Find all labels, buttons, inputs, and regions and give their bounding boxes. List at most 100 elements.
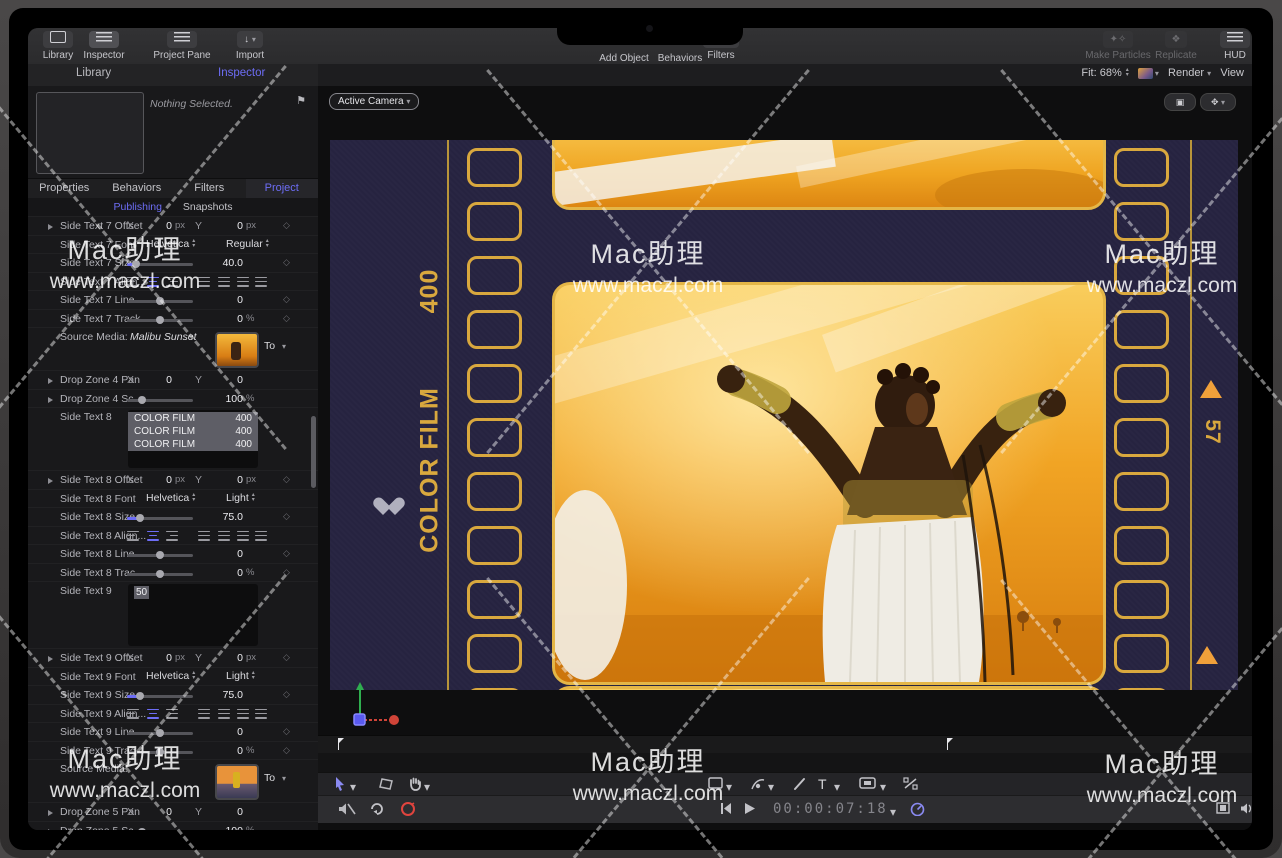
playback-speed-icon[interactable] xyxy=(910,802,925,816)
align-button[interactable] xyxy=(217,276,230,287)
slider-track[interactable] xyxy=(127,395,193,404)
keyframe-icon[interactable]: ◇ xyxy=(283,689,290,700)
slider-thumb[interactable] xyxy=(137,827,146,830)
align-button[interactable] xyxy=(255,530,268,541)
slider-thumb[interactable] xyxy=(156,569,164,578)
align-button[interactable] xyxy=(217,708,230,719)
text-entry-box[interactable]: COLOR FILM 400 COLOR FILM 400 COLOR FILM 400 xyxy=(128,410,258,468)
slider-value-field[interactable]: 0 xyxy=(203,313,243,325)
font-face-popup[interactable]: Light ▴ ▾ xyxy=(226,492,259,504)
3d-axis-gizmo[interactable] xyxy=(338,678,418,738)
disclosure-triangle[interactable] xyxy=(48,224,53,230)
slider-track[interactable] xyxy=(127,569,193,578)
slider-thumb[interactable] xyxy=(137,395,146,404)
align-button[interactable] xyxy=(146,276,159,287)
slider-thumb[interactable] xyxy=(156,315,164,324)
x-value-field[interactable]: 0 xyxy=(132,806,172,818)
distort-tool[interactable] xyxy=(378,777,394,791)
keyframe-icon[interactable]: ◇ xyxy=(283,294,290,305)
inspector-button[interactable]: Inspector xyxy=(80,31,128,61)
audio-icon[interactable] xyxy=(1240,802,1252,815)
align-button[interactable] xyxy=(236,708,249,719)
y-value-field[interactable]: 0 xyxy=(203,220,243,232)
align-button[interactable] xyxy=(236,276,249,287)
timecode-display[interactable]: 00:00:07:18 xyxy=(773,801,886,817)
slider-track[interactable] xyxy=(127,315,193,324)
keyframe-icon[interactable]: ◇ xyxy=(283,726,290,737)
timeline-marker[interactable] xyxy=(947,738,953,750)
media-thumbnail[interactable] xyxy=(215,332,259,368)
slider-track[interactable] xyxy=(127,729,193,737)
tab-inspector[interactable]: Inspector xyxy=(218,67,265,79)
subtab-snapshots[interactable]: Snapshots xyxy=(183,201,233,213)
keyframe-icon[interactable]: ◇ xyxy=(283,548,290,559)
align-button[interactable] xyxy=(146,708,159,719)
disclosure-triangle[interactable] xyxy=(48,378,53,384)
align-button[interactable] xyxy=(198,708,211,719)
to-popup-chevron[interactable]: ▾ xyxy=(282,342,286,351)
align-button[interactable] xyxy=(127,708,140,719)
align-button[interactable] xyxy=(255,708,268,719)
keyframe-icon[interactable]: ◇ xyxy=(283,257,290,268)
to-popup[interactable]: To xyxy=(264,340,275,352)
tab-project[interactable]: Project xyxy=(245,179,318,198)
align-button[interactable] xyxy=(198,530,211,541)
slider-value-field[interactable]: 100 xyxy=(203,393,243,405)
align-button[interactable] xyxy=(236,530,249,541)
camera-select[interactable]: Active Camera ▾ xyxy=(329,93,420,110)
keyframe-icon[interactable]: ◇ xyxy=(283,474,290,485)
align-button[interactable] xyxy=(198,276,211,287)
tab-properties[interactable]: Properties xyxy=(28,179,101,198)
hud-button[interactable]: HUD xyxy=(1218,31,1252,61)
pin-icon[interactable]: ⚑ xyxy=(296,94,306,107)
hand-tool[interactable] xyxy=(408,777,422,791)
mask-tool[interactable] xyxy=(859,777,876,789)
y-value-field[interactable]: 0 xyxy=(203,474,243,486)
view-menu[interactable]: View xyxy=(1220,67,1244,79)
slider-value-field[interactable]: 75.0 xyxy=(203,689,243,701)
select-tool[interactable] xyxy=(334,777,346,791)
slider-thumb[interactable] xyxy=(156,729,164,737)
x-value-field[interactable]: 0 xyxy=(132,374,172,386)
keyframe-icon[interactable]: ◇ xyxy=(283,511,290,522)
x-value-field[interactable]: 0 xyxy=(132,474,172,486)
pen-tool-chevron[interactable]: ▾ xyxy=(768,780,774,794)
panel-scrollbar[interactable] xyxy=(311,416,316,488)
align-button[interactable] xyxy=(127,530,140,541)
replicate-button[interactable]: ❖ Replicate xyxy=(1146,31,1206,61)
keyframe-icon[interactable]: ◇ xyxy=(283,567,290,578)
align-button[interactable] xyxy=(146,530,159,541)
y-value-field[interactable]: 0 xyxy=(203,374,243,386)
slider-thumb[interactable] xyxy=(156,747,164,756)
slider-value-field[interactable]: 100 xyxy=(203,825,243,831)
record-button[interactable] xyxy=(400,801,416,817)
slider-value-field[interactable]: 0 xyxy=(203,567,243,579)
text-tool-chevron[interactable]: ▾ xyxy=(834,780,840,794)
slider-value-field[interactable]: 0 xyxy=(203,548,243,560)
shape-tool[interactable] xyxy=(708,777,723,789)
disclosure-triangle[interactable] xyxy=(48,478,53,484)
timeline-playhead[interactable] xyxy=(338,738,344,750)
font-family-popup[interactable]: Helvetica ▴ ▾ xyxy=(146,492,199,504)
slice-tool[interactable] xyxy=(903,777,918,790)
mask-tool-chevron[interactable]: ▾ xyxy=(880,780,886,794)
font-face-popup[interactable]: Regular ▴ ▾ xyxy=(226,238,273,250)
disclosure-triangle[interactable] xyxy=(48,396,53,403)
import-button[interactable]: ↓ ▾ Import xyxy=(224,31,276,61)
keyframe-icon[interactable]: ◇ xyxy=(283,652,290,663)
pan-view-button[interactable]: ✥ ▾ xyxy=(1200,93,1236,111)
disclosure-triangle[interactable] xyxy=(48,810,53,816)
timecode-chevron[interactable]: ▾ xyxy=(890,805,896,819)
slider-track[interactable] xyxy=(127,551,193,559)
font-family-popup[interactable]: Helvetica ▴ ▾ xyxy=(146,238,199,250)
slider-track[interactable] xyxy=(127,260,193,268)
align-button[interactable] xyxy=(165,708,178,719)
slider-thumb[interactable] xyxy=(156,297,164,305)
align-button[interactable] xyxy=(165,530,178,541)
keyframe-icon[interactable]: ◇ xyxy=(283,220,290,231)
to-popup[interactable]: To xyxy=(264,772,275,784)
align-button[interactable] xyxy=(255,276,268,287)
y-value-field[interactable]: 0 xyxy=(203,806,243,818)
disclosure-triangle[interactable] xyxy=(48,656,53,662)
keyframe-icon[interactable]: ◇ xyxy=(283,745,290,756)
